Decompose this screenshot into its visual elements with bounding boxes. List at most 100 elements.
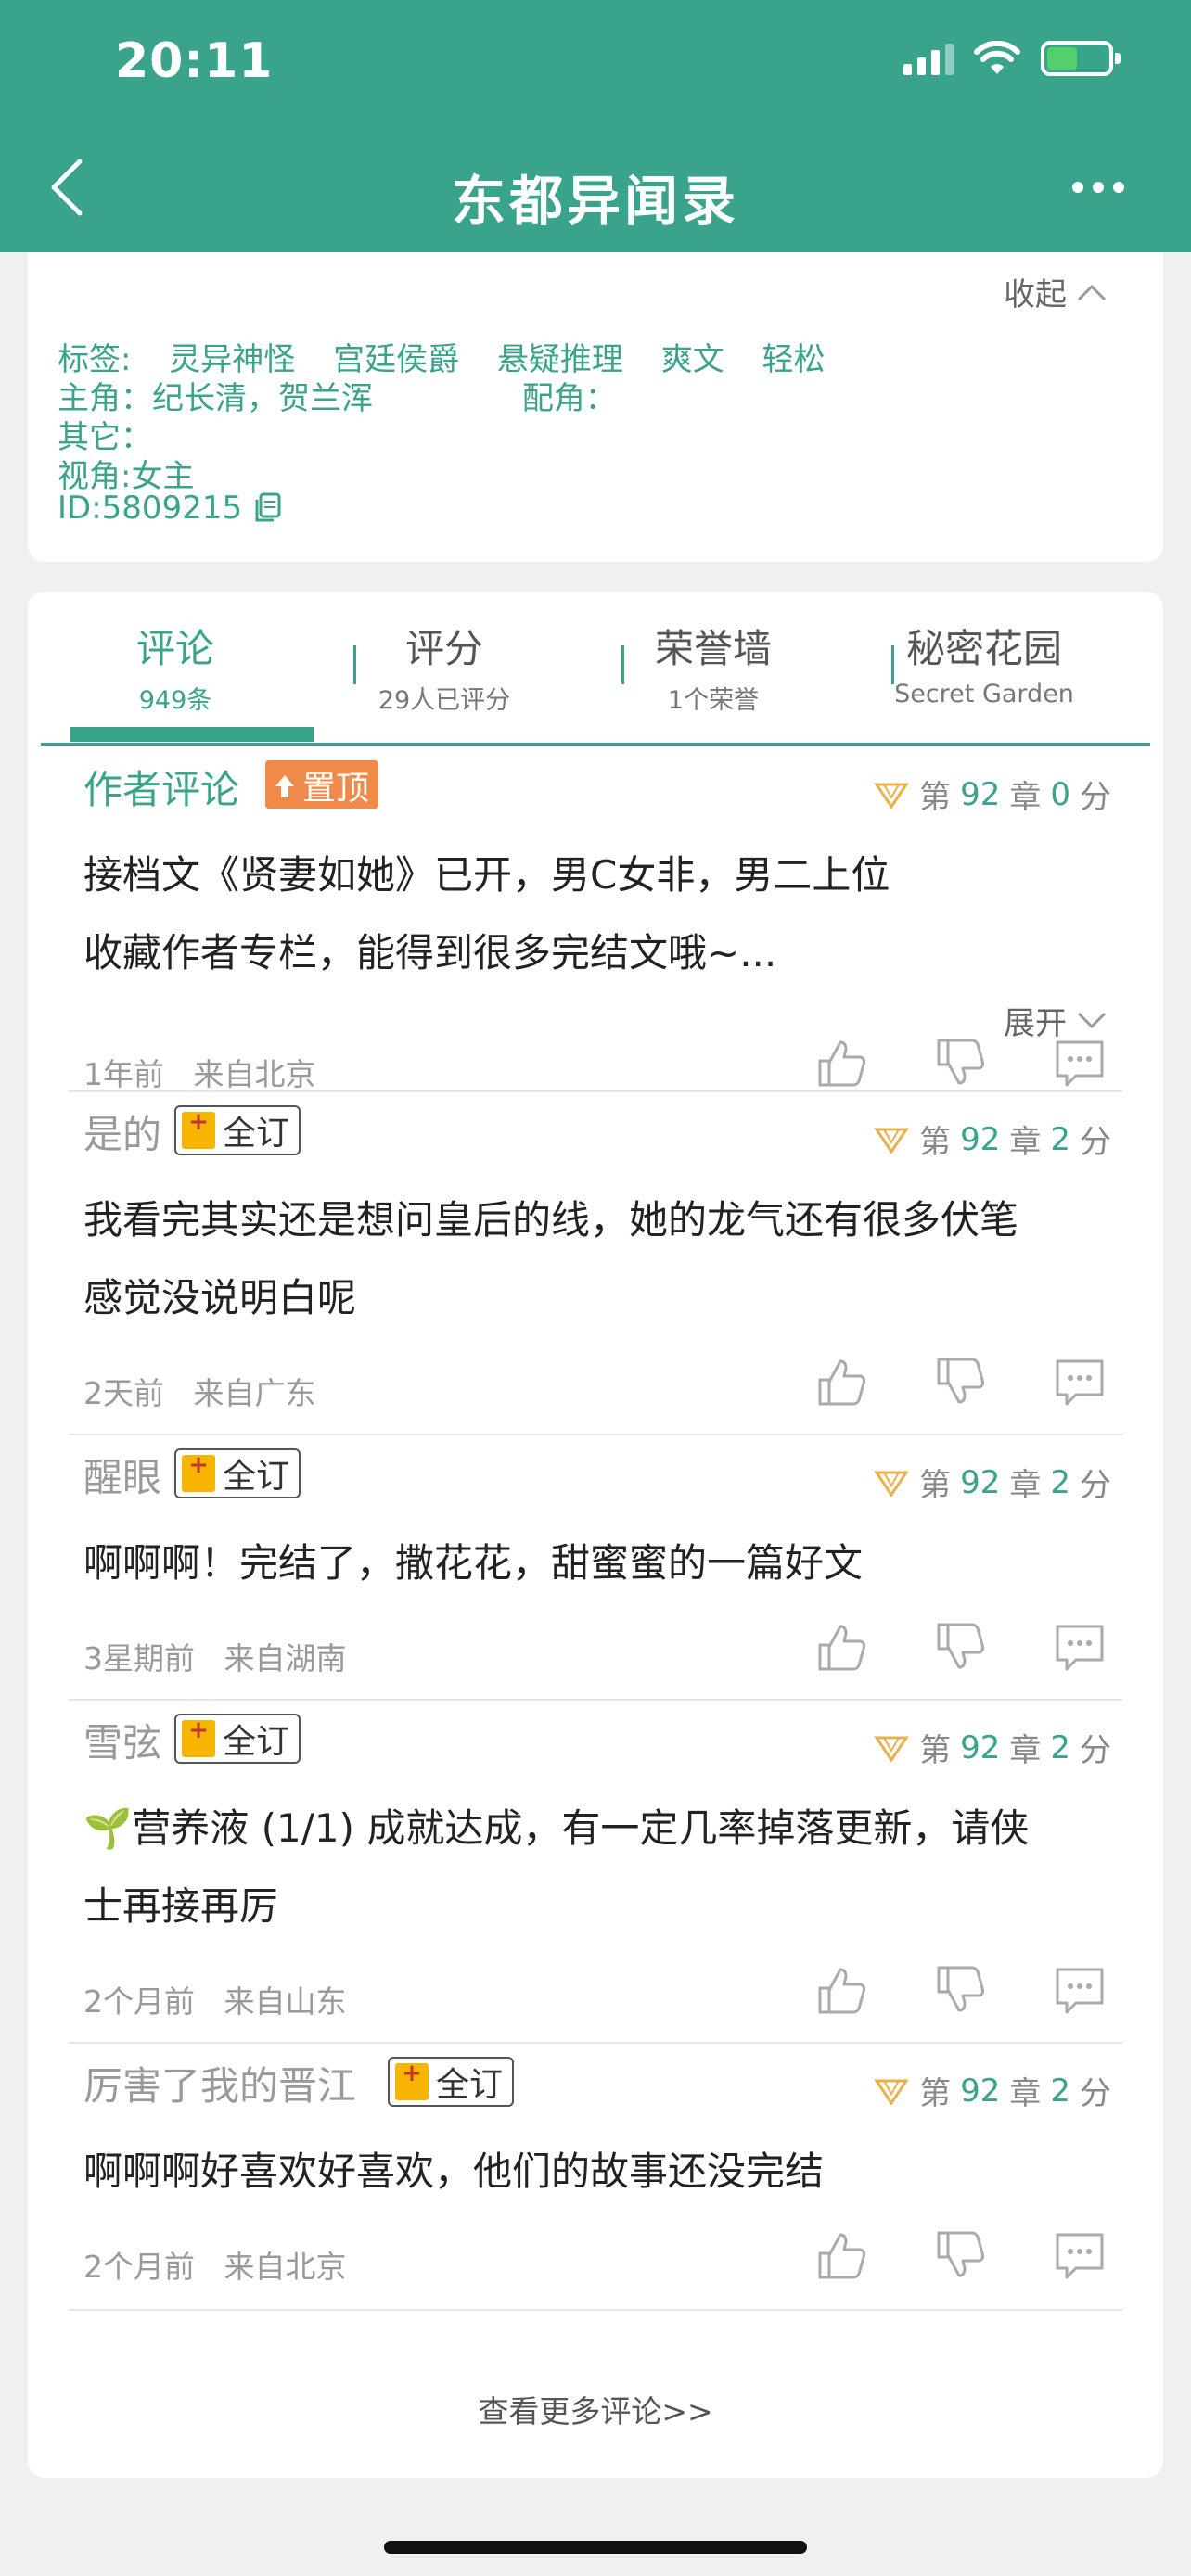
more-dots-icon[interactable] bbox=[1072, 182, 1124, 193]
supporting-text: 配角： bbox=[521, 380, 617, 417]
collapse-button[interactable]: 收起 bbox=[1004, 269, 1108, 314]
chapter-suffix: 章 bbox=[1009, 1732, 1042, 1769]
tab-comments[interactable]: 评论 949条 bbox=[41, 606, 310, 716]
tag-item[interactable]: 爽文 bbox=[661, 341, 724, 378]
reply-bubble-icon[interactable] bbox=[1052, 1354, 1108, 1409]
comment-time: 2天前 bbox=[83, 1375, 164, 1411]
comment-location: 来自山东 bbox=[224, 1983, 347, 2020]
comments-card: 评论 949条 评分 29人已评分 荣誉墙 1个荣誉 秘密花园 Secret G… bbox=[28, 592, 1163, 2478]
chapter-score: 第 92 章 2 分 bbox=[873, 1725, 1111, 1770]
tab-secret-garden[interactable]: 秘密花园 Secret Garden bbox=[850, 606, 1119, 708]
thumbs-up-icon[interactable] bbox=[814, 1619, 870, 1675]
comment-line: 🌱营养液 (1/1) 成就达成，有一定几率掉落更新，请侠 bbox=[83, 1805, 1030, 1851]
comment-item: 厉害了我的晋江 全订 第 92 章 2 分 啊啊啊好喜欢好喜欢，他们的故事还没完… bbox=[69, 2044, 1122, 2311]
thumbs-down-icon[interactable] bbox=[933, 1354, 989, 1409]
pinned-label: 置顶 bbox=[302, 770, 370, 808]
comment-meta: 2天前 来自广东 bbox=[83, 1369, 315, 1413]
thumbs-down-icon[interactable] bbox=[933, 2227, 989, 2283]
thumbs-up-icon[interactable] bbox=[814, 1354, 870, 1409]
chapter-prefix: 第 bbox=[919, 779, 952, 816]
bookmark-icon bbox=[182, 1108, 215, 1149]
home-indicator[interactable] bbox=[384, 2541, 807, 2554]
thumbs-up-icon[interactable] bbox=[814, 2227, 870, 2283]
comment-author-name[interactable]: 醒眼 bbox=[83, 1447, 161, 1503]
score-suffix: 分 bbox=[1080, 779, 1111, 816]
battery-icon bbox=[1041, 41, 1121, 76]
tab-sub: 949条 bbox=[138, 686, 212, 715]
comment-location: 来自北京 bbox=[193, 1056, 316, 1092]
comment-author-name[interactable]: 作者评论 bbox=[83, 759, 239, 815]
full-subscribe-badge: 全订 bbox=[388, 2057, 515, 2107]
comment-body: 接档文《贤妻如她》已开，男C女非，男二上位 收藏作者专栏，能得到很多完结文哦~.… bbox=[83, 836, 1113, 992]
copy-icon[interactable] bbox=[253, 492, 281, 524]
battery-level bbox=[1047, 47, 1077, 70]
comment-body: 我看完其实还是想问皇后的线，她的龙气还有很多伏笔 感觉没说明白呢 bbox=[83, 1181, 1113, 1337]
full-subscribe-badge: 全订 bbox=[174, 1105, 301, 1155]
badge-label: 全订 bbox=[223, 1115, 290, 1153]
thumbs-up-icon[interactable] bbox=[814, 1962, 870, 2018]
comment-location: 来自湖南 bbox=[224, 1640, 347, 1677]
chevron-down-icon bbox=[1077, 1012, 1107, 1028]
pin-up-arrow-icon bbox=[275, 775, 294, 797]
thumbs-down-icon[interactable] bbox=[933, 1035, 989, 1090]
badge-label: 全订 bbox=[223, 1458, 290, 1496]
comment-meta: 3星期前 来自湖南 bbox=[83, 1634, 346, 1678]
score-number: 0 bbox=[1050, 775, 1070, 813]
chapter-score: 第 92 章 2 分 bbox=[873, 2068, 1111, 2113]
full-subscribe-badge: 全订 bbox=[174, 1714, 301, 1764]
comment-location: 来自北京 bbox=[224, 2249, 347, 2285]
view-more-comments-link[interactable]: 查看更多评论>> bbox=[28, 2387, 1163, 2431]
reply-bubble-icon[interactable] bbox=[1052, 1619, 1108, 1675]
tag-item[interactable]: 轻松 bbox=[762, 341, 826, 378]
chapter-number: 92 bbox=[960, 1120, 1001, 1158]
comment-line: 啊啊啊好喜欢好喜欢，他们的故事还没完结 bbox=[83, 2149, 825, 2194]
badge-label: 全订 bbox=[436, 2066, 504, 2104]
thumbs-down-icon[interactable] bbox=[933, 1962, 989, 2018]
score-suffix: 分 bbox=[1080, 1732, 1111, 1769]
comment-actions bbox=[814, 1619, 1108, 1675]
top-header: 20:11 东都异闻录 bbox=[0, 0, 1191, 252]
thumbs-down-icon[interactable] bbox=[933, 1619, 989, 1675]
chapter-suffix: 章 bbox=[1009, 779, 1042, 816]
status-icons bbox=[903, 41, 1121, 76]
comment-time: 3星期前 bbox=[83, 1640, 195, 1677]
thumbs-up-icon[interactable] bbox=[814, 1035, 870, 1090]
bookmark-icon bbox=[182, 1451, 215, 1492]
tab-ratings[interactable]: 评分 29人已评分 bbox=[310, 606, 579, 716]
score-number: 2 bbox=[1050, 1728, 1070, 1766]
comment-location: 来自广东 bbox=[193, 1375, 316, 1411]
chapter-score: 第 92 章 2 分 bbox=[873, 1116, 1111, 1162]
comment-body: 啊啊啊好喜欢好喜欢，他们的故事还没完结 bbox=[83, 2133, 1113, 2211]
active-tab-indicator bbox=[70, 727, 314, 742]
score-number: 2 bbox=[1050, 1463, 1070, 1501]
diamond-icon bbox=[874, 1128, 909, 1154]
score-number: 2 bbox=[1050, 2072, 1070, 2110]
comment-author-name[interactable]: 雪弦 bbox=[83, 1712, 161, 1768]
score-suffix: 分 bbox=[1080, 2075, 1111, 2112]
wifi-icon bbox=[974, 41, 1020, 74]
reply-bubble-icon[interactable] bbox=[1052, 2227, 1108, 2283]
comment-actions bbox=[814, 1035, 1108, 1090]
comment-item: 雪弦 全订 第 92 章 2 分 🌱营养液 (1/1) 成就达成，有一定几率掉落… bbox=[69, 1701, 1122, 2044]
tab-label: 评分 bbox=[404, 626, 483, 671]
diamond-icon bbox=[874, 783, 909, 809]
comment-line: 感觉没说明白呢 bbox=[83, 1275, 357, 1320]
reply-bubble-icon[interactable] bbox=[1052, 1962, 1108, 2018]
comment-body: 啊啊啊！完结了，撒花花，甜蜜蜜的一篇好文 bbox=[83, 1524, 1113, 1602]
novel-info-card: 收起 标签: 灵异神怪 宫廷侯爵 悬疑推理 爽文 轻松 主角：纪长清，贺兰浑 配… bbox=[28, 252, 1163, 562]
comment-item: 作者评论 置顶 第 92 章 0 分 接档文《贤妻如她》已开，男C女非，男二上位… bbox=[69, 747, 1122, 1092]
tab-sub: 29人已评分 bbox=[378, 686, 511, 715]
comment-time: 2个月前 bbox=[83, 1983, 195, 2020]
chapter-number: 92 bbox=[960, 1728, 1001, 1766]
reply-bubble-icon[interactable] bbox=[1052, 1035, 1108, 1090]
diamond-icon bbox=[874, 1471, 909, 1497]
comment-author-name[interactable]: 厉害了我的晋江 bbox=[83, 2055, 356, 2111]
chapter-number: 92 bbox=[960, 775, 1001, 813]
tab-honor-wall[interactable]: 荣誉墙 1个荣誉 bbox=[579, 606, 848, 716]
novel-id: ID:5809215 bbox=[58, 490, 243, 527]
comment-author-name[interactable]: 是的 bbox=[83, 1103, 161, 1160]
score-number: 2 bbox=[1050, 1120, 1070, 1158]
tab-label: 秘密花园 bbox=[905, 626, 1062, 671]
chapter-suffix: 章 bbox=[1009, 1124, 1042, 1161]
chapter-suffix: 章 bbox=[1009, 2075, 1042, 2112]
